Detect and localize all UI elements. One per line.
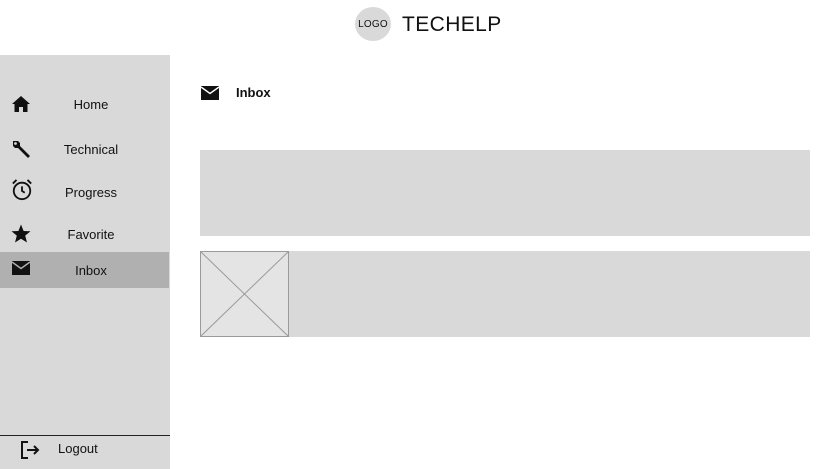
sidebar-item-favorite[interactable]: Favorite [0, 222, 169, 246]
sidebar-item-label: Home [73, 96, 109, 112]
sidebar-item-inbox[interactable]: Inbox [0, 252, 169, 288]
sidebar-item-home[interactable]: Home [0, 93, 169, 115]
message-card[interactable] [200, 150, 810, 236]
logout-icon [19, 439, 41, 461]
image-placeholder [200, 251, 289, 337]
sidebar: Home Technical Progress Favorite Inbox L… [0, 55, 170, 469]
sidebar-item-progress[interactable]: Progress [0, 179, 169, 204]
page-header: Inbox [200, 82, 271, 104]
logo[interactable]: LOGO [355, 7, 391, 41]
logout-label: Logout [58, 441, 98, 456]
sidebar-item-technical[interactable]: Technical [0, 137, 169, 161]
message-card[interactable] [200, 251, 810, 337]
page-title: Inbox [236, 85, 271, 100]
sidebar-item-label: Favorite [67, 226, 115, 242]
sidebar-item-label: Technical [63, 141, 119, 157]
sidebar-item-label: Inbox [75, 262, 107, 278]
sidebar-item-label: Progress [64, 184, 118, 200]
top-header: LOGO TECHELP [0, 0, 834, 55]
logo-text: LOGO [358, 18, 388, 30]
envelope-icon [200, 83, 220, 103]
app-title: TECHELP [402, 13, 502, 36]
logout-button[interactable]: Logout [0, 435, 170, 469]
